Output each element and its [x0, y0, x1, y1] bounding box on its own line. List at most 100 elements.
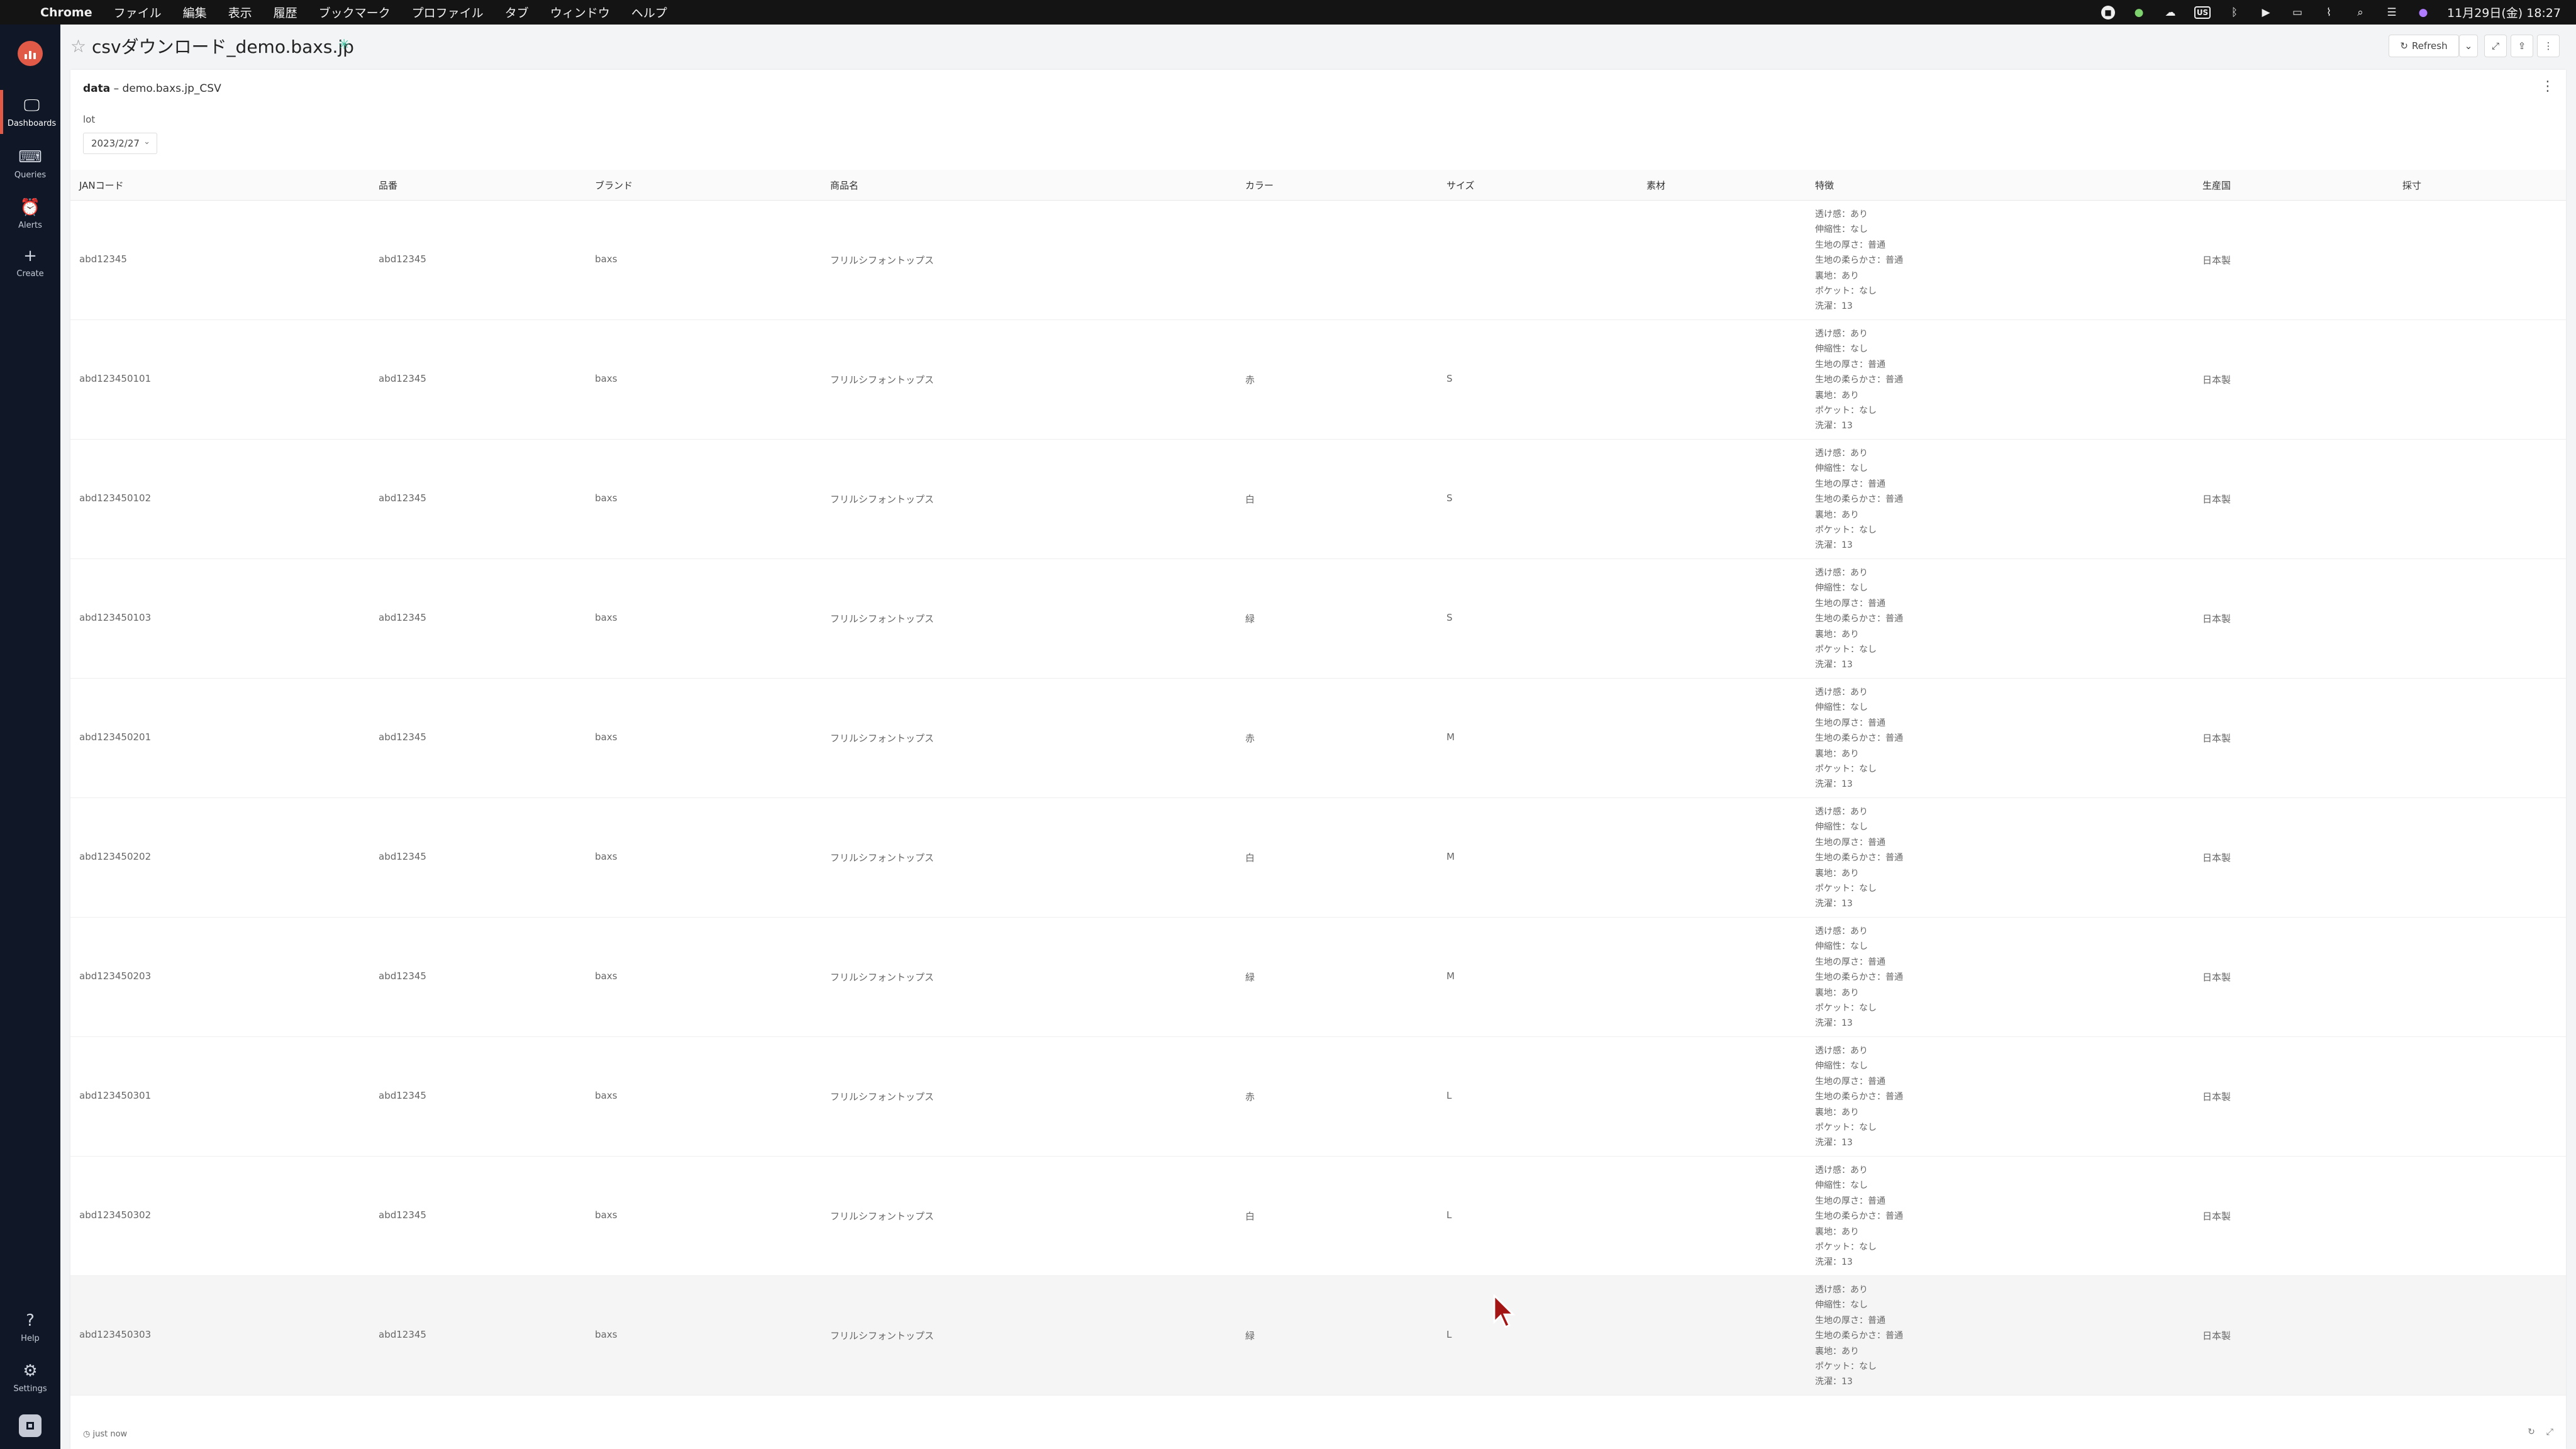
input-source-badge[interactable]: US [2194, 6, 2211, 19]
parameter-label: lot [83, 114, 96, 125]
cell-color: 赤 [1245, 1091, 1255, 1102]
cell-size: M [1446, 731, 1455, 743]
record-icon[interactable]: ■ [2101, 5, 2116, 19]
column-header[interactable]: JANコード [79, 179, 124, 192]
menu-item-tab[interactable]: タブ [505, 4, 529, 21]
menu-app-name[interactable]: Chrome [40, 6, 92, 19]
cell-size: L [1446, 1329, 1452, 1340]
battery-icon[interactable]: ▭ [2290, 5, 2305, 20]
wifi-off-icon[interactable]: ⌇ [2321, 5, 2336, 20]
feature-line: 生地の柔らかさ：普通 [1815, 1092, 1903, 1102]
cell-jan: abd123450202 [79, 851, 152, 862]
fullscreen-button[interactable]: ⤢ [2484, 35, 2507, 57]
share-button[interactable]: ⇪ [2511, 35, 2533, 57]
nav-queries[interactable]: ⌨ Queries [0, 142, 60, 186]
menu-item-help[interactable]: ヘルプ [631, 4, 667, 21]
feature-line: 生地の厚さ：普通 [1815, 718, 1885, 728]
nav-settings[interactable]: ⚙ Settings [0, 1355, 60, 1399]
feature-line: 生地の柔らかさ：普通 [1815, 853, 1903, 863]
widget-title[interactable]: data – demo.baxs.jp_CSV [83, 82, 221, 95]
column-header[interactable]: 特徴 [1815, 179, 1834, 192]
menu-item-profile[interactable]: プロファイル [412, 4, 484, 21]
menu-clock[interactable]: 11月29日(金) 18:27 [2447, 4, 2561, 21]
widget-menu-icon[interactable]: ⋮ [2541, 79, 2555, 94]
cell-jan: abd12345 [79, 253, 127, 265]
cell-color: 緑 [1245, 972, 1255, 983]
bluetooth-icon[interactable]: ᛒ [2227, 5, 2242, 20]
feature-line: 生地の柔らかさ：普通 [1815, 255, 1903, 266]
cell-country: 日本製 [2202, 733, 2231, 744]
menu-item-bookmarks[interactable]: ブックマーク [319, 4, 391, 21]
cell-country: 日本製 [2202, 494, 2231, 505]
column-header[interactable]: ブランド [595, 179, 633, 192]
chat-icon[interactable]: ● [2131, 5, 2146, 20]
feature-line: ポケット：なし [1815, 1123, 1877, 1133]
cell-hinban: abd12345 [379, 373, 426, 384]
menu-item-edit[interactable]: 編集 [183, 4, 207, 21]
feature-line: 生地の厚さ：普通 [1815, 359, 1885, 370]
feature-line: 洗濯：13 [1815, 301, 1853, 312]
cloud-icon[interactable]: ☁ [2163, 5, 2178, 20]
column-header[interactable]: 素材 [1646, 179, 1665, 192]
cell-features: 透け感：あり 伸縮性：なし 生地の厚さ：普通 生地の柔らかさ：普通 裏地：あり ポケット：… [1815, 326, 1903, 434]
cell-size: S [1446, 612, 1453, 623]
gear-icon: ⚙ [23, 1361, 38, 1380]
feature-line: ポケット：なし [1815, 1003, 1877, 1014]
menu-item-history[interactable]: 履歴 [274, 4, 297, 21]
feature-line: 透け感：あり [1815, 448, 1868, 458]
feature-line: 洗濯：13 [1815, 1138, 1853, 1148]
refresh-button[interactable]: ↻ Refresh [2389, 35, 2459, 57]
column-header[interactable]: 採寸 [2402, 179, 2421, 192]
column-header[interactable]: カラー [1245, 179, 1274, 192]
nav-alerts-label: Alerts [18, 220, 42, 230]
refresh-dropdown-button[interactable]: ⌄ [2459, 35, 2478, 57]
profile-avatar-icon[interactable] [19, 1414, 42, 1437]
nav-dashboards[interactable]: 🖵 Dashboards [0, 90, 60, 134]
siri-icon[interactable]: ● [2416, 5, 2431, 20]
cell-jan: abd123450303 [79, 1329, 152, 1340]
feature-line: 裏地：あり [1815, 748, 1859, 759]
redash-logo-icon[interactable] [18, 41, 43, 66]
table-row: abd123450103 abd12345 baxs フリルシフォントップス 緑 S 日本製… [70, 559, 2566, 679]
control-center-icon[interactable]: ☰ [2384, 5, 2399, 20]
cell-name: フリルシフォントップス [830, 1330, 935, 1341]
favorite-star-icon[interactable]: ☆ [70, 36, 86, 57]
terminal-icon: ⌨ [18, 147, 42, 167]
feature-line: 洗濯：13 [1815, 540, 1853, 551]
updated-time: ◷ just now [83, 1430, 127, 1439]
column-header[interactable]: サイズ [1446, 179, 1475, 192]
column-header[interactable]: 商品名 [830, 179, 858, 192]
feature-line: 伸縮性：なし [1815, 464, 1868, 474]
nav-create[interactable]: + Create [0, 240, 60, 284]
cell-hinban: abd12345 [379, 1209, 426, 1221]
more-options-button[interactable]: ⋮ [2537, 35, 2560, 57]
cell-size: L [1446, 1090, 1452, 1101]
menu-item-file[interactable]: ファイル [114, 4, 162, 21]
feature-line: 伸縮性：なし [1815, 822, 1868, 833]
cell-name: フリルシフォントップス [830, 972, 935, 983]
search-icon[interactable]: ⌕ [2353, 5, 2368, 20]
table-row: abd123450101 abd12345 baxs フリルシフォントップス 赤 S 日本製… [70, 320, 2566, 440]
column-header[interactable]: 品番 [379, 179, 397, 192]
feature-line: 洗濯：13 [1815, 779, 1853, 790]
nav-help[interactable]: ? Help [0, 1305, 60, 1349]
expand-widget-icon[interactable]: ⤢ [2546, 1427, 2553, 1437]
parameter-select[interactable]: 2023/2/27 ⌄ [83, 133, 157, 154]
refresh-widget-icon[interactable]: ↻ [2528, 1427, 2535, 1437]
cell-country: 日本製 [2202, 852, 2231, 863]
table-row: abd123450203 abd12345 baxs フリルシフォントップス 緑 M 日本製… [70, 918, 2566, 1037]
cell-country: 日本製 [2202, 255, 2231, 266]
cell-hinban: abd12345 [379, 612, 426, 623]
menu-item-view[interactable]: 表示 [228, 4, 252, 21]
bell-icon: ⏰ [19, 197, 41, 217]
feature-line: 伸縮性：なし [1815, 344, 1868, 355]
menu-item-window[interactable]: ウィンドウ [550, 4, 610, 21]
nav-alerts[interactable]: ⏰ Alerts [0, 192, 60, 236]
column-header[interactable]: 生産国 [2202, 179, 2231, 192]
play-icon[interactable]: ▶ [2258, 5, 2273, 20]
cell-country: 日本製 [2202, 1330, 2231, 1341]
feature-line: 透け感：あり [1815, 1046, 1868, 1056]
feature-line: ポケット：なし [1815, 645, 1877, 655]
table-row: abd123450202 abd12345 baxs フリルシフォントップス 白 M 日本製… [70, 798, 2566, 918]
nav-help-label: Help [21, 1333, 40, 1343]
